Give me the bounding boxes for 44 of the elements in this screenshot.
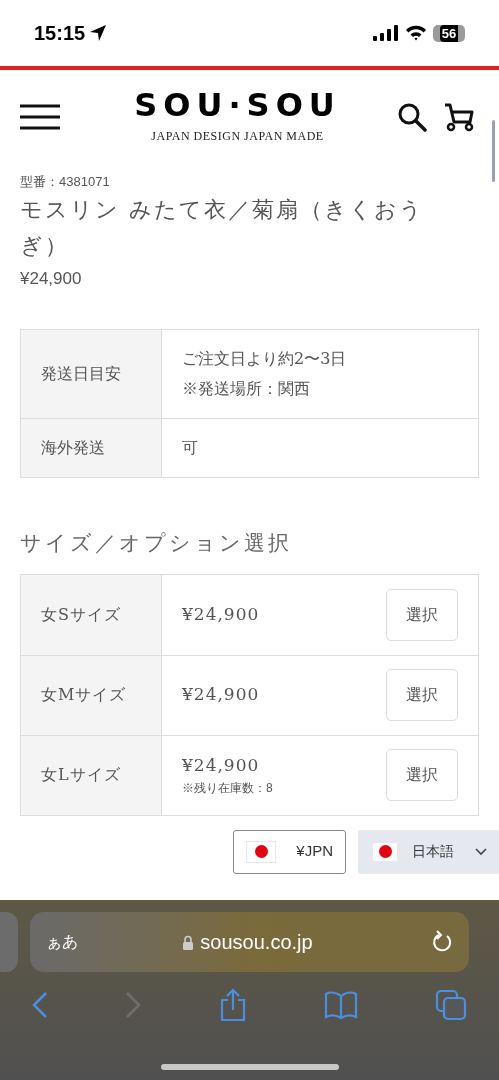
table-header-cell: 女Mサイズ <box>21 655 162 735</box>
select-button[interactable]: 選択 <box>386 588 458 641</box>
menu-icon[interactable] <box>20 104 60 130</box>
cart-icon[interactable] <box>443 102 475 132</box>
option-price: ¥24,900 <box>182 683 260 707</box>
table-cell-text: ご注文日より約2〜3日 ※発送場所：関西 <box>181 348 348 400</box>
wifi-icon <box>405 25 427 41</box>
battery-indicator: 56 <box>433 24 465 42</box>
status-time: 15:15 <box>34 21 86 46</box>
search-icon[interactable] <box>397 102 427 132</box>
japan-flag-icon <box>372 841 398 862</box>
bookmarks-icon[interactable] <box>323 991 358 1019</box>
select-button[interactable]: 選択 <box>386 669 458 721</box>
scrollbar <box>492 120 495 182</box>
section-heading: サイズ／オプション選択 <box>19 530 293 557</box>
product-price: ¥24,900 <box>20 267 83 290</box>
language-selector[interactable]: 日本語 <box>358 829 499 874</box>
tabs-icon[interactable] <box>435 989 467 1021</box>
currency-selector[interactable]: ¥JPN <box>233 829 346 874</box>
option-price: ¥24,900 <box>182 602 260 626</box>
option-price: ¥24,900 <box>182 754 261 778</box>
table-header-cell: 女Sサイズ <box>21 574 162 655</box>
location-arrow-icon <box>89 24 108 42</box>
signal-icon <box>373 25 399 41</box>
share-icon[interactable] <box>218 988 247 1022</box>
stock-note: ※残り在庫数：8 <box>182 779 273 797</box>
url-text: sousou.co.jp <box>200 930 313 955</box>
back-icon[interactable] <box>32 991 48 1019</box>
forward-icon <box>125 991 142 1019</box>
table-header-cell: 女Lサイズ <box>21 735 162 815</box>
lock-icon <box>182 934 195 950</box>
reload-icon[interactable] <box>431 930 453 954</box>
japan-flag-icon <box>246 840 276 863</box>
table-header-cell: 発送日目安 <box>21 330 162 418</box>
product-title: モスリン みたて衣／菊扇（きくおうぎ） <box>20 195 425 260</box>
select-button[interactable]: 選択 <box>386 749 458 801</box>
site-logo[interactable]: SOU·SOU <box>134 89 341 121</box>
chevron-down-icon <box>475 847 487 856</box>
logo-tagline: JAPAN DESIGN JAPAN MADE <box>151 128 324 145</box>
model-number: 型番：4381071 <box>20 173 111 191</box>
text-size-button[interactable]: ぁあ <box>46 930 78 954</box>
address-bar[interactable]: ぁあ sousou.co.jp <box>30 912 469 972</box>
table-cell-text: 可 <box>181 437 199 459</box>
table-header-cell: 海外発送 <box>21 419 162 477</box>
